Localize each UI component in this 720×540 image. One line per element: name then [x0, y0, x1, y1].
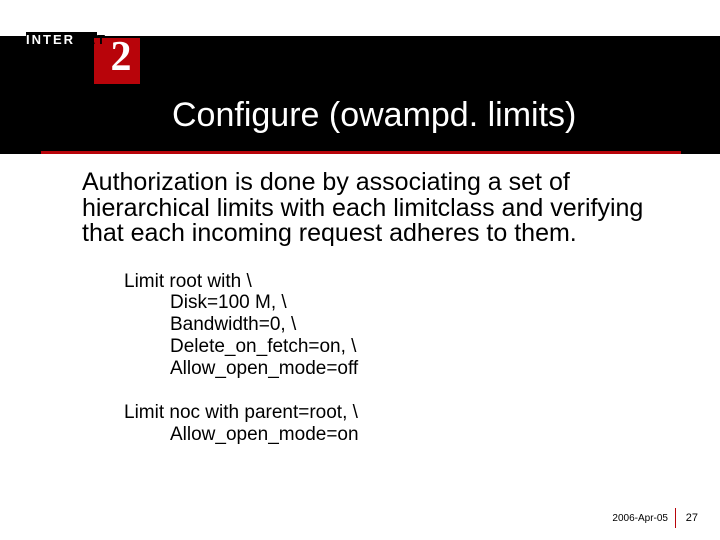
code-line: Limit root with \	[124, 271, 652, 293]
footer-divider	[675, 508, 676, 528]
logo-word-left: INTER	[26, 32, 75, 47]
footer-date: 2006-Apr-05	[612, 513, 668, 524]
internet2-logo: 2 INTERNET ®	[26, 32, 148, 86]
code-line: Delete_on_fetch=on, \	[124, 336, 652, 358]
header-rule	[41, 151, 681, 154]
logo-wordmark: INTERNET	[26, 32, 148, 50]
code-block-noc: Limit noc with parent=root, \ Allow_open…	[124, 402, 652, 446]
footer-page-number: 27	[686, 512, 698, 524]
slide-title: Configure (owampd. limits)	[172, 96, 672, 135]
logo-word-right: NET	[75, 32, 107, 47]
code-line: Limit noc with parent=root, \	[124, 402, 652, 424]
code-line: Bandwidth=0, \	[124, 314, 652, 336]
code-line: Allow_open_mode=off	[124, 358, 652, 380]
slide-body: Authorization is done by associating a s…	[82, 170, 652, 445]
code-line: Allow_open_mode=on	[124, 424, 652, 446]
registered-mark: ®	[150, 60, 160, 75]
code-block-root: Limit root with \ Disk=100 M, \ Bandwidt…	[124, 271, 652, 446]
code-line: Disk=100 M, \	[124, 292, 652, 314]
intro-paragraph: Authorization is done by associating a s…	[82, 170, 652, 247]
